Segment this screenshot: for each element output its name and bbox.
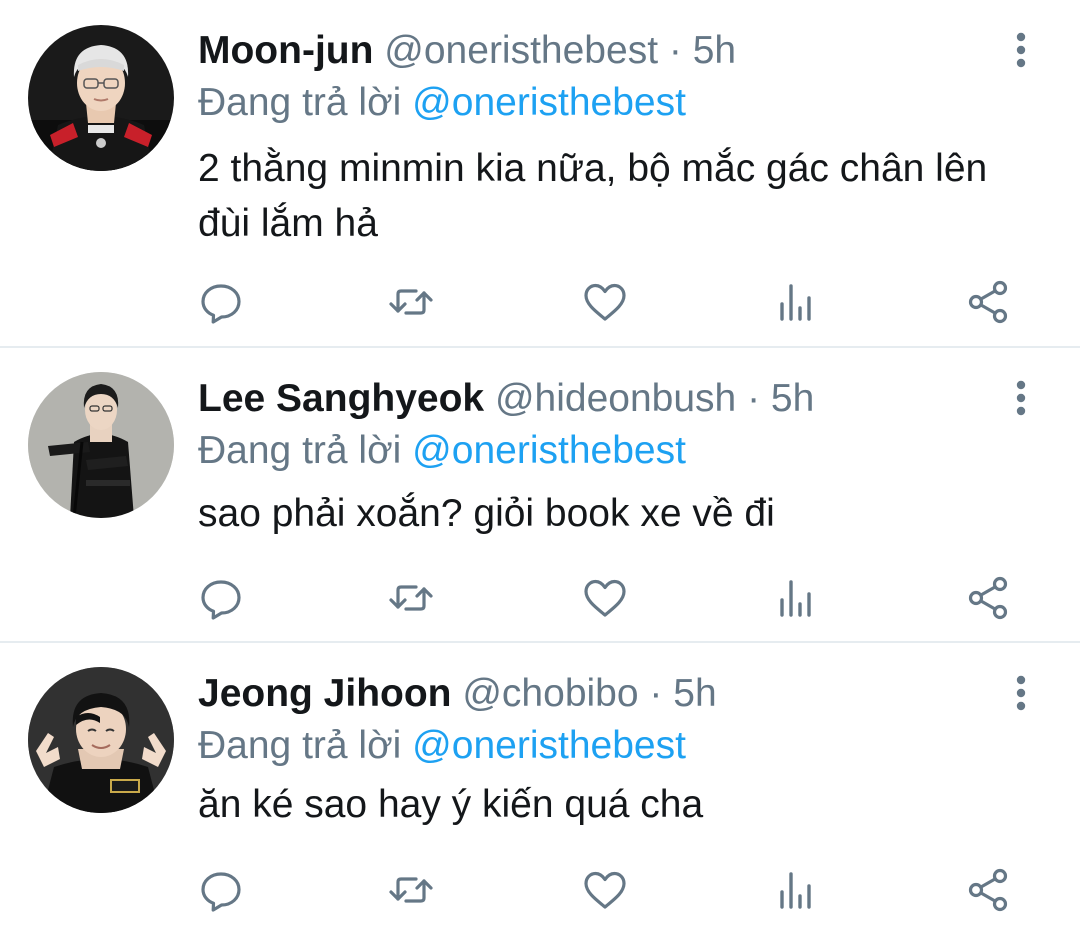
tweet-header: Moon-jun @oneristhebest · 5h (198, 26, 736, 76)
like-icon[interactable] (580, 573, 630, 623)
analytics-icon[interactable] (771, 865, 821, 915)
replying-to-label: Đang trả lời (198, 81, 402, 124)
tweet[interactable]: Jeong Jihoon @chobibo · 5h Đang trả lời … (0, 643, 1080, 930)
avatar[interactable] (28, 667, 174, 813)
share-icon[interactable] (964, 573, 1014, 623)
avatar[interactable] (28, 25, 174, 171)
separator-dot: · (668, 29, 682, 72)
analytics-icon[interactable] (771, 573, 821, 623)
replying-to-label: Đang trả lời (198, 724, 402, 767)
more-vertical-icon[interactable] (1006, 30, 1036, 70)
more-vertical-icon[interactable] (1006, 378, 1036, 418)
tweet-text: ăn ké sao hay ý kiến quá cha (198, 783, 704, 826)
replying-to: Đang trả lời @oneristhebest (198, 721, 686, 771)
separator-dot: · (747, 377, 761, 420)
share-icon[interactable] (964, 277, 1014, 327)
timestamp[interactable]: 5h (771, 377, 814, 420)
more-vertical-icon[interactable] (1006, 673, 1036, 713)
replying-to: Đang trả lời @oneristhebest (198, 78, 686, 128)
tweet-text: 2 thằng minmin kia nữa, bộ mắc gác chân … (198, 147, 988, 245)
reply-icon[interactable] (196, 865, 246, 915)
retweet-icon[interactable] (386, 573, 436, 623)
reply-icon[interactable] (196, 573, 246, 623)
tweet-actions (0, 277, 1080, 327)
timestamp[interactable]: 5h (673, 672, 716, 715)
user-handle[interactable]: @oneristhebest (384, 29, 658, 72)
retweet-icon[interactable] (386, 277, 436, 327)
display-name[interactable]: Lee Sanghyeok (198, 377, 484, 420)
timestamp[interactable]: 5h (693, 29, 736, 72)
replying-to: Đang trả lời @oneristhebest (198, 426, 686, 476)
replying-to-handle[interactable]: @oneristhebest (412, 724, 686, 767)
like-icon[interactable] (580, 865, 630, 915)
display-name[interactable]: Jeong Jihoon (198, 672, 452, 715)
replying-to-handle[interactable]: @oneristhebest (412, 81, 686, 124)
display-name[interactable]: Moon-jun (198, 29, 373, 72)
tweet[interactable]: Moon-jun @oneristhebest · 5h Đang trả lờ… (0, 0, 1080, 346)
replying-to-label: Đang trả lời (198, 429, 402, 472)
avatar[interactable] (28, 372, 174, 518)
separator-dot: · (649, 672, 663, 715)
tweet-actions (0, 865, 1080, 915)
reply-icon[interactable] (196, 277, 246, 327)
tweet-text: sao phải xoắn? giỏi book xe về đi (198, 492, 775, 535)
like-icon[interactable] (580, 277, 630, 327)
user-handle[interactable]: @chobibo (462, 672, 638, 715)
analytics-icon[interactable] (771, 277, 821, 327)
tweet-header: Lee Sanghyeok @hideonbush · 5h (198, 374, 814, 424)
user-handle[interactable]: @hideonbush (495, 377, 736, 420)
share-icon[interactable] (964, 865, 1014, 915)
tweet-actions (0, 573, 1080, 623)
tweet[interactable]: Lee Sanghyeok @hideonbush · 5h Đang trả … (0, 348, 1080, 640)
retweet-icon[interactable] (386, 865, 436, 915)
tweet-header: Jeong Jihoon @chobibo · 5h (198, 669, 717, 719)
reply-feed: Moon-jun @oneristhebest · 5h Đang trả lờ… (0, 0, 1080, 930)
replying-to-handle[interactable]: @oneristhebest (412, 429, 686, 472)
